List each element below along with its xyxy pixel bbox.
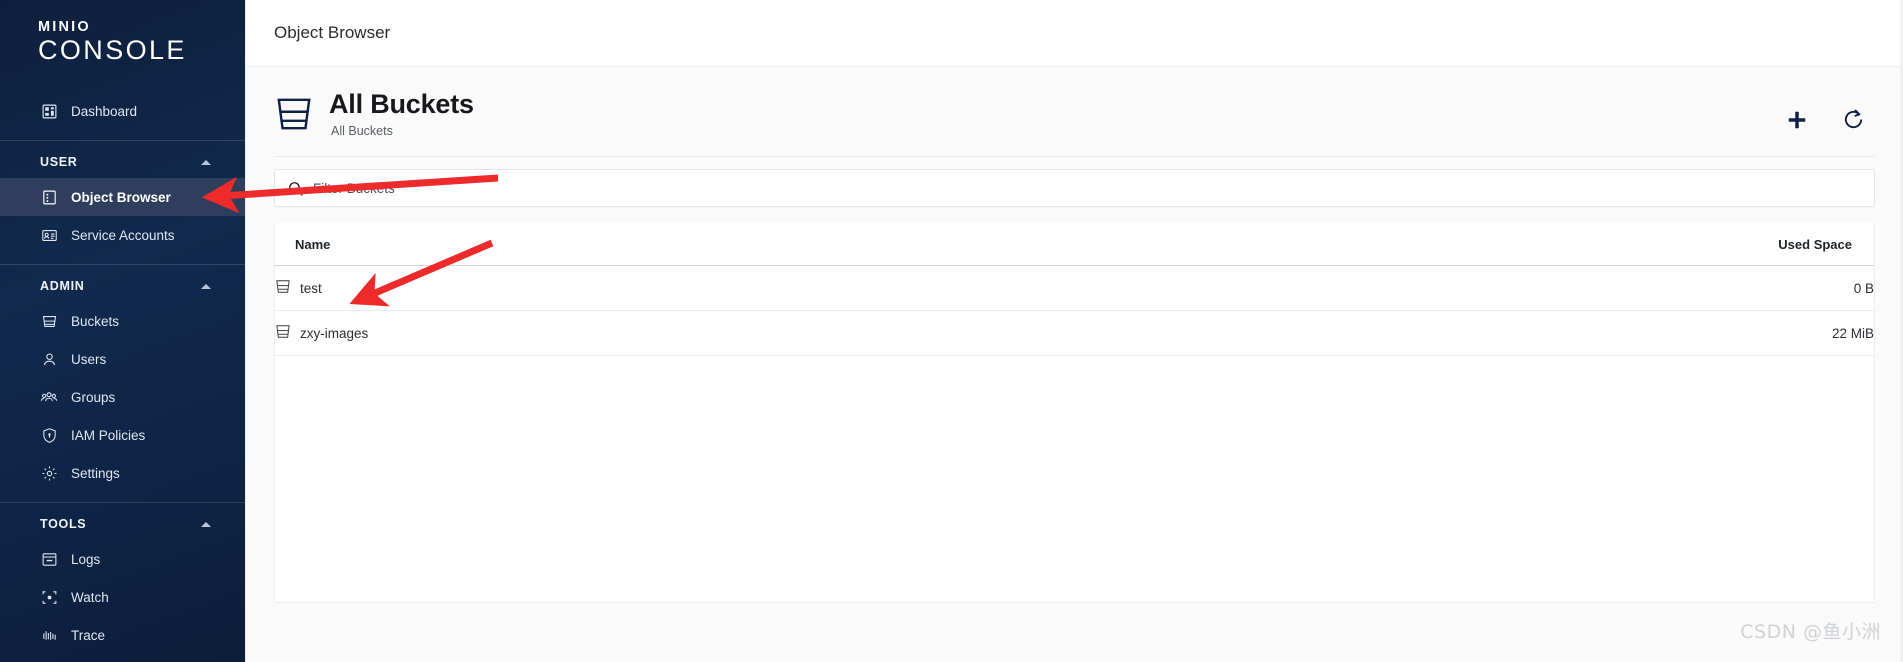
bucket-icon [274, 93, 314, 140]
page-title-breadcrumb: Object Browser [274, 23, 391, 42]
sidebar-item-settings[interactable]: Settings [0, 454, 245, 492]
sidebar-item-groups[interactable]: Groups [0, 378, 245, 416]
user-icon [40, 350, 58, 368]
service-accounts-icon [40, 226, 58, 244]
sidebar-item-label: IAM Policies [71, 427, 146, 443]
sidebar-item-trace[interactable]: Trace [0, 616, 245, 654]
sidebar-item-iam-policies[interactable]: IAM Policies [0, 416, 245, 454]
add-bucket-button[interactable] [1783, 107, 1811, 135]
dashboard-icon [40, 102, 58, 120]
sidebar-section-title: USER [40, 155, 78, 169]
sidebar-item-label: Trace [71, 627, 106, 643]
bucket-name: zxy-images [300, 325, 369, 341]
sidebar-item-label: Logs [71, 551, 101, 567]
search-icon [287, 180, 304, 197]
logs-icon [40, 550, 58, 568]
sidebar: MINIO CONSOLE Dashboard USER Object Brow… [0, 0, 245, 662]
sidebar-item-label: Watch [71, 589, 109, 605]
watch-icon [40, 588, 58, 606]
trace-icon [40, 626, 58, 644]
bucket-icon [275, 278, 291, 298]
sidebar-section-title: TOOLS [40, 517, 87, 531]
brand-logo[interactable]: MINIO CONSOLE [0, 0, 245, 88]
chevron-up-icon [201, 521, 211, 527]
sidebar-section-admin[interactable]: ADMIN [0, 265, 245, 302]
sidebar-item-label: Groups [71, 389, 116, 405]
content-area: All Buckets All Buckets Filter Buckets N… [246, 67, 1903, 662]
sidebar-item-buckets[interactable]: Buckets [0, 302, 245, 340]
gear-icon [40, 464, 58, 482]
sidebar-section-title: ADMIN [40, 279, 85, 293]
bucket-icon [40, 312, 58, 330]
table-row[interactable]: zxy-images 22 MiB [275, 310, 1874, 356]
sidebar-item-users[interactable]: Users [0, 340, 245, 378]
sidebar-item-watch[interactable]: Watch [0, 578, 245, 616]
table-header-row: Name Used Space [275, 223, 1874, 266]
brand-logo-minio: MINIO [38, 19, 91, 35]
sidebar-item-label: Buckets [71, 313, 120, 329]
chevron-up-icon [201, 159, 211, 165]
main-area: Object Browser All Buckets All Buckets F… [245, 0, 1903, 662]
topbar: Object Browser [246, 0, 1903, 67]
page-actions [1783, 89, 1875, 135]
sidebar-section-user[interactable]: USER [0, 141, 245, 178]
watermark: CSDN @鱼小洲 [1740, 621, 1881, 643]
column-header-used-space[interactable]: Used Space [1554, 223, 1874, 266]
sidebar-item-label: Service Accounts [71, 227, 175, 243]
column-header-name[interactable]: Name [275, 223, 1554, 266]
bucket-name: test [300, 280, 322, 296]
sidebar-item-label: Settings [71, 465, 120, 481]
sidebar-item-object-browser[interactable]: Object Browser [0, 178, 245, 216]
table-row[interactable]: test 0 B [275, 265, 1874, 311]
buckets-table: Name Used Space test 0 B zxy-images 22 M… [275, 223, 1874, 356]
page-title-block: All Buckets All Buckets [329, 89, 1783, 138]
sidebar-item-label: Users [71, 351, 107, 367]
sidebar-item-label: Dashboard [71, 103, 138, 119]
chevron-up-icon [201, 283, 211, 289]
plus-icon [1786, 109, 1808, 134]
brand-logo-console: CONSOLE [38, 34, 187, 65]
minio-console-window: MINIO CONSOLE Dashboard USER Object Brow… [0, 0, 1903, 662]
filter-buckets-box[interactable] [274, 169, 1875, 207]
sidebar-section-tools[interactable]: TOOLS [0, 503, 245, 540]
page-title: All Buckets [329, 89, 474, 119]
buckets-table-card: Name Used Space test 0 B zxy-images 22 M… [274, 223, 1875, 603]
object-browser-icon [40, 188, 58, 206]
sidebar-item-diagnostic[interactable]: Diagnostic [0, 654, 245, 662]
page-header: All Buckets All Buckets [274, 67, 1875, 157]
shield-lock-icon [40, 426, 58, 444]
sidebar-item-logs[interactable]: Logs [0, 540, 245, 578]
filter-row [274, 157, 1875, 207]
refresh-icon [1842, 108, 1865, 134]
page-subtitle: All Buckets [331, 124, 393, 139]
sidebar-item-dashboard[interactable]: Dashboard [0, 92, 245, 130]
bucket-used-space: 0 B [1554, 265, 1874, 311]
sidebar-item-label: Object Browser [71, 189, 171, 205]
refresh-button[interactable] [1839, 107, 1867, 135]
bucket-icon [275, 323, 291, 343]
filter-buckets-input[interactable] [313, 180, 1862, 196]
sidebar-item-service-accounts[interactable]: Service Accounts [0, 216, 245, 254]
bucket-used-space: 22 MiB [1554, 310, 1874, 356]
groups-icon [40, 388, 58, 406]
